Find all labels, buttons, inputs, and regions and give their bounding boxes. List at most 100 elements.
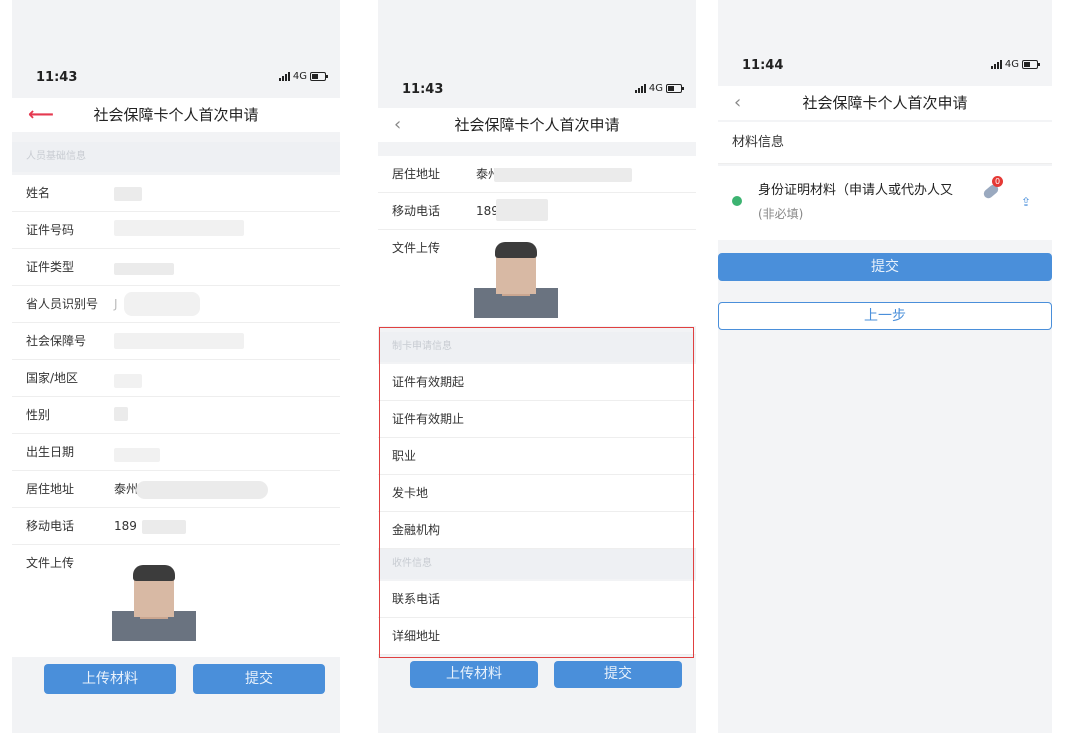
network-type: 4G <box>1004 59 1019 70</box>
status-time: 11:44 <box>742 58 784 73</box>
redacted-value <box>496 199 548 221</box>
submit-button[interactable]: 提交 <box>193 664 325 694</box>
field-row-id-valid-from[interactable]: 证件有效期起 <box>378 364 696 401</box>
status-bar: 11:43 4G <box>378 82 696 102</box>
redacted-value <box>114 448 160 462</box>
field-label: 证件有效期止 <box>392 412 465 426</box>
field-label: 姓名 <box>26 186 51 200</box>
field-row-contact-phone[interactable]: 联系电话 <box>378 581 696 618</box>
page-title: 社会保障卡个人首次申请 <box>454 116 620 134</box>
field-row-name[interactable]: 姓名 <box>12 175 340 212</box>
field-label: 国家/地区 <box>26 371 79 385</box>
submit-button[interactable]: 提交 <box>554 661 682 688</box>
upload-materials-button[interactable]: 上传材料 <box>410 661 538 688</box>
material-note: (非必填) <box>758 207 804 221</box>
screen-3: 11:44 4G ‹ 社会保障卡个人首次申请 材料信息 身份证明材料（申请人或代… <box>718 0 1052 733</box>
field-row-address[interactable]: 居住地址 泰州 <box>12 471 340 508</box>
redacted-value <box>114 333 244 349</box>
redacted-value <box>494 168 632 182</box>
status-time: 11:43 <box>402 82 444 97</box>
nav-bar: ‹ 社会保障卡个人首次申请 <box>718 86 1052 120</box>
field-label: 联系电话 <box>392 592 441 606</box>
check-circle-icon <box>732 196 742 206</box>
attachment-count-badge: 0 <box>992 176 1003 187</box>
field-label: 职业 <box>392 449 417 463</box>
field-label: 金融机构 <box>392 523 441 537</box>
redacted-value <box>114 220 244 236</box>
field-value: 泰州 <box>114 482 139 496</box>
battery-icon <box>666 84 684 93</box>
field-row-mobile[interactable]: 移动电话 189 <box>378 193 696 230</box>
redacted-value <box>124 292 200 316</box>
field-label: 发卡地 <box>392 486 429 500</box>
status-icons: 4G <box>990 59 1040 70</box>
field-label: 社会保障号 <box>26 334 87 348</box>
uploaded-photo[interactable] <box>112 561 196 641</box>
submit-button[interactable]: 提交 <box>718 253 1052 281</box>
page-title: 社会保障卡个人首次申请 <box>93 106 259 124</box>
redacted-value <box>114 263 174 275</box>
section-header-mail-info: 收件信息 <box>378 549 696 579</box>
section-header-materials: 材料信息 <box>718 122 1052 164</box>
field-row-country-region[interactable]: 国家/地区 <box>12 360 340 397</box>
signal-icon <box>634 84 646 93</box>
previous-step-button[interactable]: 上一步 <box>718 302 1052 330</box>
section-header-basic-info: 人员基础信息 <box>12 142 340 172</box>
field-row-birth-date[interactable]: 出生日期 <box>12 434 340 471</box>
status-bar: 11:43 4G <box>12 70 340 90</box>
material-name: 身份证明材料（申请人或代办人又 <box>758 183 954 198</box>
field-row-gender[interactable]: 性别 <box>12 397 340 434</box>
field-value: J <box>114 297 118 311</box>
field-label: 居住地址 <box>392 167 441 181</box>
signal-icon <box>990 60 1002 69</box>
upload-materials-button[interactable]: 上传材料 <box>44 664 176 694</box>
field-label: 移动电话 <box>392 204 441 218</box>
section-title: 材料信息 <box>732 135 785 150</box>
network-type: 4G <box>648 83 663 94</box>
field-label: 证件号码 <box>26 223 75 237</box>
field-row-provincial-id[interactable]: 省人员识别号 J <box>12 286 340 323</box>
field-value: 189 <box>114 519 137 533</box>
signal-icon <box>278 72 290 81</box>
field-row-id-type[interactable]: 证件类型 <box>12 249 340 286</box>
status-time: 11:43 <box>36 70 78 85</box>
battery-icon <box>310 72 328 81</box>
status-icons: 4G <box>278 71 328 82</box>
upload-icon[interactable]: ⇪ <box>1021 184 1031 221</box>
redacted-value <box>114 374 142 388</box>
material-item-id-proof[interactable]: 身份证明材料（申请人或代办人又 (非必填) 0 ⇪ <box>718 166 1052 240</box>
field-label: 证件有效期起 <box>392 375 465 389</box>
screen-1: 11:43 4G ⟵ 社会保障卡个人首次申请 人员基础信息 姓名 证件号码 证件… <box>12 0 340 733</box>
field-label: 省人员识别号 <box>26 297 99 311</box>
redacted-value <box>136 481 268 499</box>
nav-bar: ⟵ 社会保障卡个人首次申请 <box>12 98 340 132</box>
field-label: 居住地址 <box>26 482 75 496</box>
field-row-financial-institution[interactable]: 金融机构 <box>378 512 696 549</box>
field-label: 详细地址 <box>392 629 441 643</box>
status-icons: 4G <box>634 83 684 94</box>
screen-2: 11:43 4G ‹ 社会保障卡个人首次申请 居住地址 泰州 移动电话 189 … <box>378 0 696 733</box>
section-header-card-info: 制卡申请信息 <box>378 332 696 362</box>
field-row-occupation[interactable]: 职业 <box>378 438 696 475</box>
redacted-value <box>114 407 128 421</box>
field-label: 移动电话 <box>26 519 75 533</box>
field-row-id-number[interactable]: 证件号码 <box>12 212 340 249</box>
field-label: 出生日期 <box>26 445 75 459</box>
field-row-id-valid-to[interactable]: 证件有效期止 <box>378 401 696 438</box>
uploaded-photo[interactable] <box>474 238 558 318</box>
field-row-address[interactable]: 居住地址 泰州 <box>378 156 696 193</box>
redacted-value <box>142 520 186 534</box>
field-row-detailed-address[interactable]: 详细地址 <box>378 618 696 655</box>
page-title: 社会保障卡个人首次申请 <box>802 94 968 112</box>
field-row-mobile[interactable]: 移动电话 189 <box>12 508 340 545</box>
field-label: 文件上传 <box>26 556 75 570</box>
field-label: 证件类型 <box>26 260 75 274</box>
battery-icon <box>1022 60 1040 69</box>
field-label: 文件上传 <box>392 241 441 255</box>
nav-bar: ‹ 社会保障卡个人首次申请 <box>378 108 696 142</box>
field-label: 性别 <box>26 408 51 422</box>
field-row-issuing-place[interactable]: 发卡地 <box>378 475 696 512</box>
redacted-value <box>114 187 142 201</box>
field-row-file-upload: 文件上传 <box>378 230 696 326</box>
field-row-social-security-number[interactable]: 社会保障号 <box>12 323 340 360</box>
